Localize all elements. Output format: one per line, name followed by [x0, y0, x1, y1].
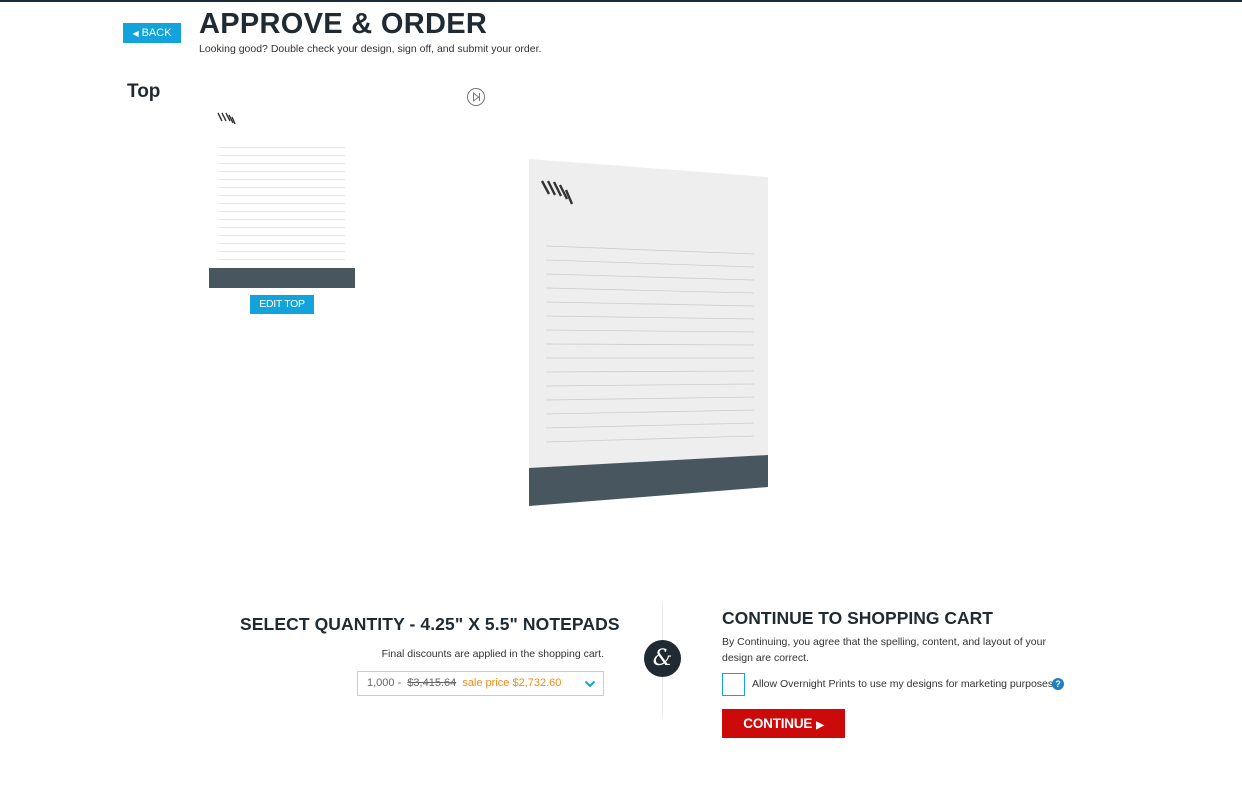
top-rule: [0, 0, 1242, 2]
help-icon[interactable]: ?: [1052, 678, 1064, 690]
quantity-value: 1,000 -: [367, 677, 402, 689]
back-arrow-icon: ◀: [132, 29, 139, 38]
chevron-down-icon: [584, 680, 596, 688]
thumbnail-footer-bar: [209, 268, 355, 288]
side-label: Top: [127, 81, 161, 102]
thumbnail-lines: [219, 147, 345, 267]
continue-button[interactable]: CONTINUE ▶: [722, 709, 845, 738]
continue-label: CONTINUE: [743, 716, 813, 731]
notepad-sheet: [529, 159, 768, 506]
slash-logo-icon: [217, 112, 236, 125]
back-label: BACK: [141, 27, 172, 39]
original-price: $3,415.64: [407, 677, 457, 689]
edit-top-button[interactable]: EDIT TOP: [250, 295, 314, 314]
play-next-icon[interactable]: [466, 87, 486, 107]
page-subtitle: Looking good? Double check your design, …: [199, 43, 542, 55]
ampersand-badge: &: [644, 640, 681, 677]
quantity-title: SELECT QUANTITY - 4.25" X 5.5" NOTEPADS: [240, 614, 620, 634]
side-thumbnail[interactable]: [209, 105, 355, 288]
cart-note: By Continuing, you agree that the spelli…: [722, 636, 1046, 664]
back-button[interactable]: ◀ BACK: [123, 23, 181, 43]
quantity-note: Final discounts are applied in the shopp…: [381, 648, 604, 660]
marketing-consent-label: Allow Overnight Prints to use my designs…: [752, 678, 1057, 690]
page-title: APPROVE & ORDER: [199, 8, 488, 40]
notepad-preview: [529, 159, 768, 506]
quantity-select[interactable]: 1,000 - $3,415.64 sale price $2,732.60: [357, 671, 604, 696]
cart-title: CONTINUE TO SHOPPING CART: [722, 608, 993, 628]
sale-price: sale price $2,732.60: [462, 677, 562, 689]
marketing-consent-checkbox[interactable]: [722, 673, 745, 696]
play-arrow-icon: ▶: [816, 720, 824, 731]
